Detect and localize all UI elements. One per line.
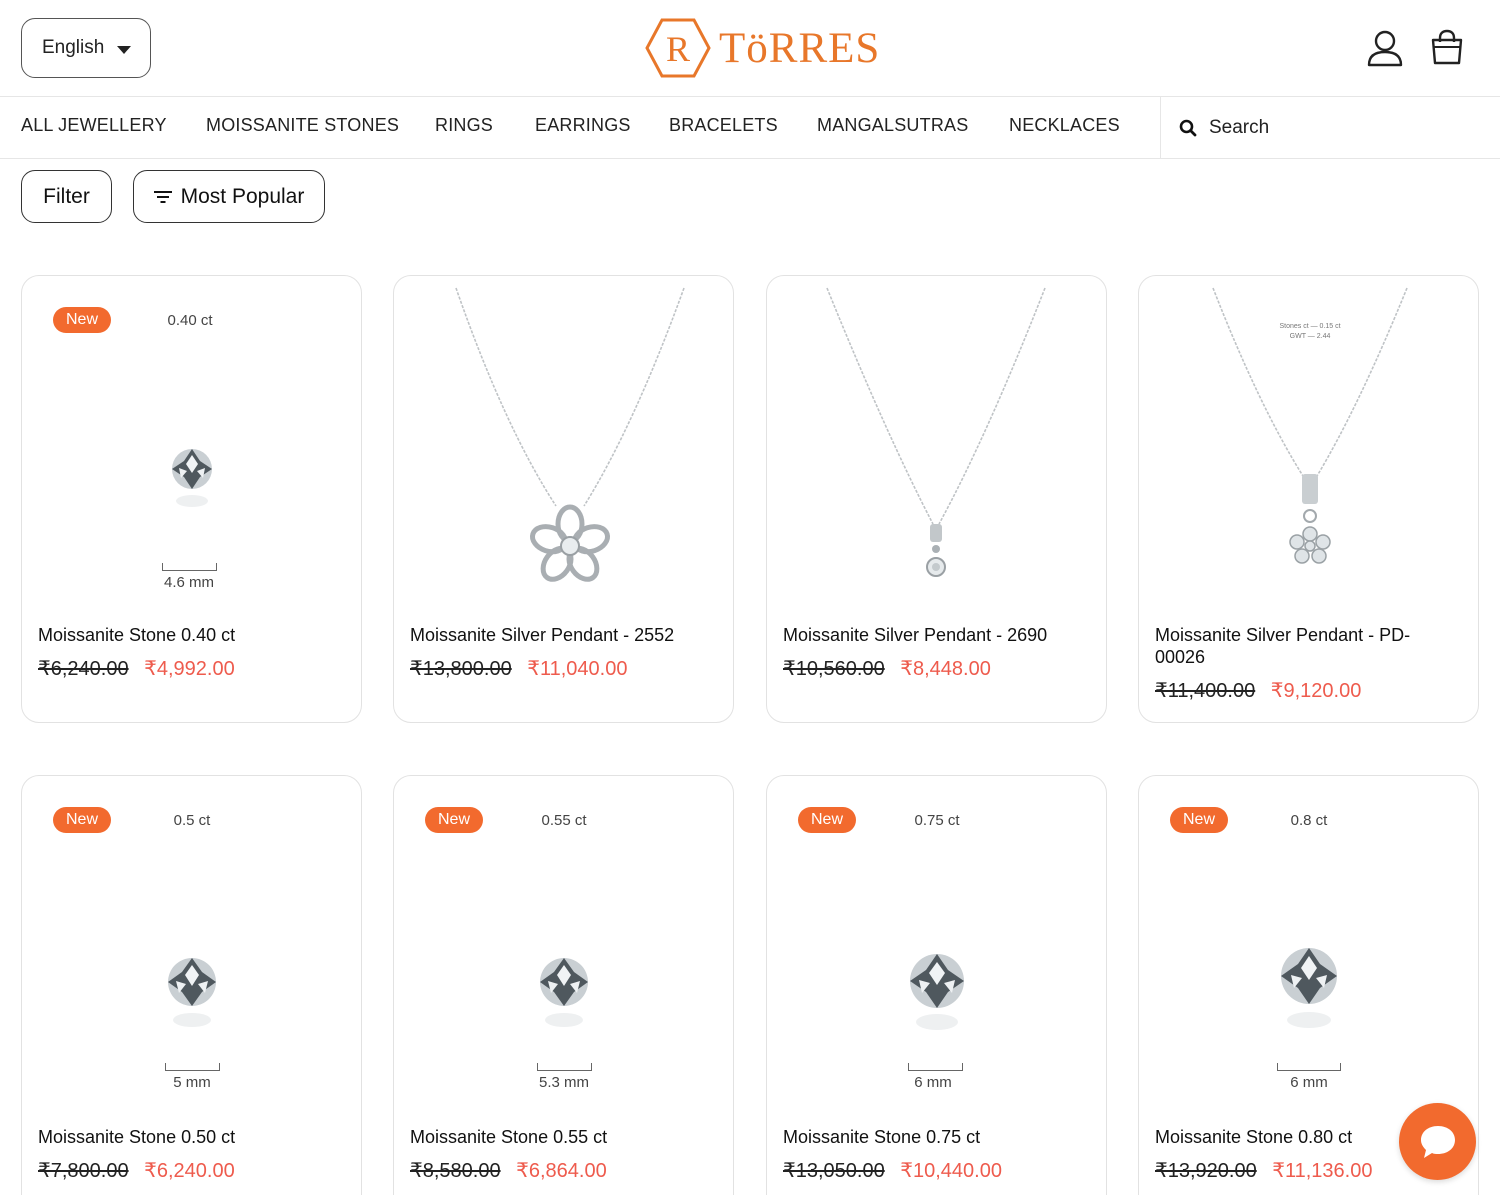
size-scale-bar — [165, 1063, 220, 1071]
product-card[interactable]: New 0.75 ct 6 mm Moissanite Stone 0.75 c… — [766, 775, 1107, 1195]
search-input[interactable] — [1209, 116, 1469, 139]
brand-logo[interactable]: R TöRRES — [645, 17, 880, 79]
chat-icon — [1420, 1125, 1455, 1158]
original-price: ₹13,800.00 — [410, 658, 512, 680]
carat-label: 0.40 ct — [167, 312, 213, 329]
main-navigation: ALL JEWELLERY MOISSANITE STONES RINGS EA… — [0, 97, 1500, 159]
new-badge: New — [53, 307, 112, 333]
product-card[interactable]: Moissanite Silver Pendant - 2690 ₹10,560… — [766, 275, 1107, 723]
product-card[interactable]: New 0.5 ct 5 mm Moissanite Stone 0.50 ct… — [21, 775, 362, 1195]
carat-label: 0.8 ct — [1290, 812, 1328, 829]
new-badge: New — [798, 807, 857, 833]
language-selector[interactable]: English — [21, 18, 151, 78]
user-icon — [1367, 30, 1403, 67]
carat-label: 0.5 ct — [173, 812, 211, 829]
product-price: ₹13,920.00 ₹11,136.00 — [1155, 1158, 1372, 1183]
size-label: 5.3 mm — [538, 1074, 589, 1091]
filter-button[interactable]: Filter — [21, 170, 112, 223]
moissanite-stone-image — [910, 954, 964, 1030]
product-name[interactable]: Moissanite Stone 0.75 ct — [783, 1126, 1083, 1148]
size-scale-bar — [908, 1063, 963, 1071]
size-label: 5 mm — [173, 1074, 211, 1091]
product-card[interactable]: Stones ct — 0.15 ct GWT — 2.44 Moissanit… — [1138, 275, 1479, 723]
search-icon — [1179, 119, 1197, 136]
product-name[interactable]: Moissanite Silver Pendant - PD-00026 — [1155, 624, 1455, 668]
cart-button[interactable] — [1427, 28, 1467, 68]
svg-text:R: R — [666, 29, 690, 69]
top-header: English R TöRRES — [0, 0, 1500, 97]
product-card[interactable]: New 0.55 ct 5.3 mm Moissanite Stone 0.55… — [393, 775, 734, 1195]
size-label: 4.6 mm — [163, 574, 214, 591]
original-price: ₹13,050.00 — [783, 1160, 885, 1182]
size-scale-bar — [537, 1063, 592, 1071]
original-price: ₹13,920.00 — [1155, 1160, 1257, 1182]
brand-name: TöRRES — [719, 24, 881, 72]
nav-item-earrings[interactable]: EARRINGS — [535, 97, 631, 158]
sort-button-label: Most Popular — [180, 184, 305, 208]
product-price: ₹11,400.00 ₹9,120.00 — [1155, 678, 1361, 703]
original-price: ₹11,400.00 — [1155, 680, 1256, 702]
product-card[interactable]: New 0.40 ct 4.6 mm Moissanite Stone 0.40… — [21, 275, 362, 723]
product-name[interactable]: Moissanite Stone 0.50 ct — [38, 1126, 338, 1148]
original-price: ₹7,800.00 — [38, 1160, 129, 1182]
sale-price: ₹9,120.00 — [1270, 680, 1362, 702]
flower-pendant-image — [455, 287, 685, 582]
new-badge: New — [425, 807, 484, 833]
sale-price: ₹4,992.00 — [144, 658, 235, 680]
sale-price: ₹11,136.00 — [1272, 1160, 1373, 1182]
nav-item-moissanite-stones[interactable]: MOISSANITE STONES — [206, 97, 399, 158]
product-name[interactable]: Moissanite Stone 0.55 ct — [410, 1126, 710, 1148]
new-badge: New — [53, 807, 112, 833]
size-scale-bar — [1277, 1063, 1341, 1071]
product-price: ₹13,800.00 ₹11,040.00 — [410, 656, 627, 681]
sale-price: ₹6,240.00 — [144, 1160, 235, 1182]
product-price: ₹10,560.00 ₹8,448.00 — [783, 656, 991, 681]
nav-item-rings[interactable]: RINGS — [435, 97, 493, 158]
sort-icon — [153, 190, 172, 203]
original-price: ₹8,580.00 — [410, 1160, 501, 1182]
size-scale-bar — [162, 563, 217, 571]
shopping-bag-icon — [1431, 29, 1463, 65]
product-price: ₹8,580.00 ₹6,864.00 — [410, 1158, 607, 1183]
nav-item-all-jewellery[interactable]: ALL JEWELLERY — [21, 97, 167, 158]
original-price: ₹6,240.00 — [38, 658, 129, 680]
nav-item-necklaces[interactable]: NECKLACES — [1009, 97, 1120, 158]
product-card[interactable]: Moissanite Silver Pendant - 2552 ₹13,800… — [393, 275, 734, 723]
search-bar — [1160, 97, 1500, 158]
sale-price: ₹6,864.00 — [516, 1160, 607, 1182]
chat-button[interactable] — [1399, 1103, 1476, 1180]
product-price: ₹7,800.00 ₹6,240.00 — [38, 1158, 235, 1183]
cluster-pendant-image — [1212, 287, 1408, 564]
moissanite-stone-image — [1281, 948, 1337, 1028]
product-name[interactable]: Moissanite Silver Pendant - 2690 — [783, 624, 1083, 646]
nav-item-bracelets[interactable]: BRACELETS — [669, 97, 778, 158]
new-badge: New — [1170, 807, 1229, 833]
carat-label: 0.55 ct — [541, 812, 587, 829]
user-account-button[interactable] — [1365, 28, 1405, 68]
moissanite-stone-image — [172, 449, 212, 507]
product-price: ₹6,240.00 ₹4,992.00 — [38, 656, 235, 681]
product-name[interactable]: Moissanite Silver Pendant - 2552 — [410, 624, 710, 646]
sale-price: ₹8,448.00 — [900, 658, 991, 680]
sale-price: ₹11,040.00 — [527, 658, 628, 680]
size-label: 6 mm — [914, 1074, 952, 1091]
product-name[interactable]: Moissanite Stone 0.40 ct — [38, 624, 338, 646]
moissanite-stone-image — [168, 958, 216, 1027]
product-price: ₹13,050.00 ₹10,440.00 — [783, 1158, 1002, 1183]
language-label: English — [42, 37, 105, 58]
carat-label: 0.75 ct — [914, 812, 960, 829]
original-price: ₹10,560.00 — [783, 658, 885, 680]
filter-button-label: Filter — [43, 184, 90, 208]
caret-down-icon — [117, 45, 132, 54]
sort-dropdown-button[interactable]: Most Popular — [133, 170, 325, 223]
logo-mark-icon: R — [645, 18, 711, 78]
nav-item-mangalsutras[interactable]: MANGALSUTRAS — [817, 97, 968, 158]
size-label: 6 mm — [1290, 1074, 1328, 1091]
moissanite-stone-image — [540, 958, 588, 1027]
drop-pendant-image — [826, 287, 1046, 577]
sale-price: ₹10,440.00 — [900, 1160, 1002, 1182]
